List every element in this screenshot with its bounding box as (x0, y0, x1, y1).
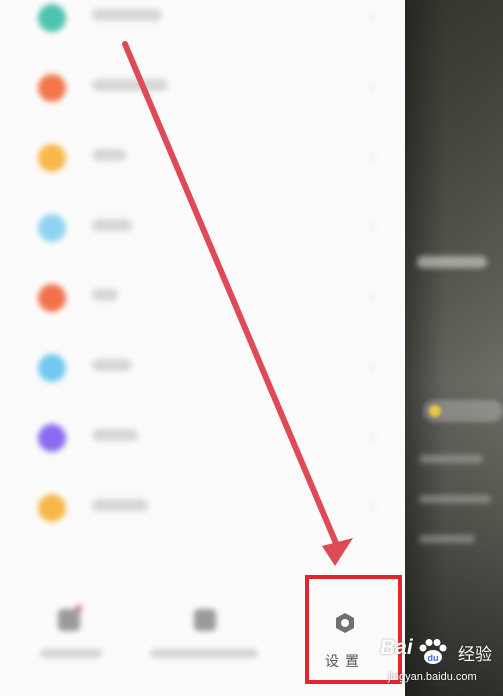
menu-item-label (92, 498, 148, 515)
settings-hexagon-icon (336, 613, 354, 633)
paw-icon: du (419, 639, 447, 664)
blurred-yellow-icon (38, 494, 66, 522)
blurred-purple-icon (38, 424, 66, 452)
blurred-orange-icon (38, 74, 66, 102)
menu-item-label (92, 358, 132, 375)
blurred-panel-dot (429, 405, 441, 417)
menu-item[interactable]: › (0, 0, 405, 48)
chevron-right-icon: › (369, 146, 375, 166)
blurred-panel-line (419, 495, 491, 503)
svg-text:du: du (428, 653, 439, 663)
chevron-right-icon: › (369, 426, 375, 446)
blurred-teal-icon (38, 4, 66, 32)
blurred-label (40, 649, 102, 658)
blurred-bottom-button-2[interactable] (150, 585, 260, 685)
baidu-jingyan-watermark: Bai du 经验 jingyan.baidu.com (380, 636, 503, 696)
blurred-lightblue-icon (38, 214, 66, 242)
menu-item-label (92, 288, 118, 305)
watermark-logo: Bai (380, 636, 413, 659)
menu-item-label (92, 78, 168, 95)
chevron-right-icon: › (369, 496, 375, 516)
chevron-right-icon: › (369, 216, 375, 236)
menu-item[interactable]: › (0, 478, 405, 538)
chevron-right-icon: › (369, 286, 375, 306)
watermark-brand: 经验 (458, 645, 492, 664)
notification-dot (76, 605, 82, 611)
menu-item[interactable]: › (0, 338, 405, 398)
blurred-skyblue-icon (38, 354, 66, 382)
menu-item-label (92, 428, 138, 445)
blurred-panel-text (417, 256, 487, 268)
chevron-right-icon: › (369, 6, 375, 26)
menu-item[interactable]: › (0, 128, 405, 188)
chevron-right-icon: › (369, 76, 375, 96)
blurred-panel-line (419, 455, 483, 463)
watermark-url: jingyan.baidu.com (388, 671, 477, 683)
menu-item[interactable]: › (0, 268, 405, 328)
background-content-panel (405, 0, 503, 696)
blurred-bottom-button-1[interactable] (30, 585, 110, 685)
menu-item[interactable]: › (0, 58, 405, 118)
blurred-panel-line (419, 535, 475, 543)
menu-item-label (92, 148, 126, 165)
menu-item[interactable]: › (0, 198, 405, 258)
blurred-label (150, 649, 258, 658)
menu-item-label (92, 8, 162, 25)
menu-item[interactable]: › (0, 408, 405, 468)
blurred-bottom-icon (194, 609, 216, 631)
menu-item-label (92, 218, 132, 235)
blurred-yellow-icon (38, 144, 66, 172)
blurred-bottom-icon (58, 609, 80, 631)
chevron-right-icon: › (369, 356, 375, 376)
blurred-orange-icon (38, 284, 66, 312)
